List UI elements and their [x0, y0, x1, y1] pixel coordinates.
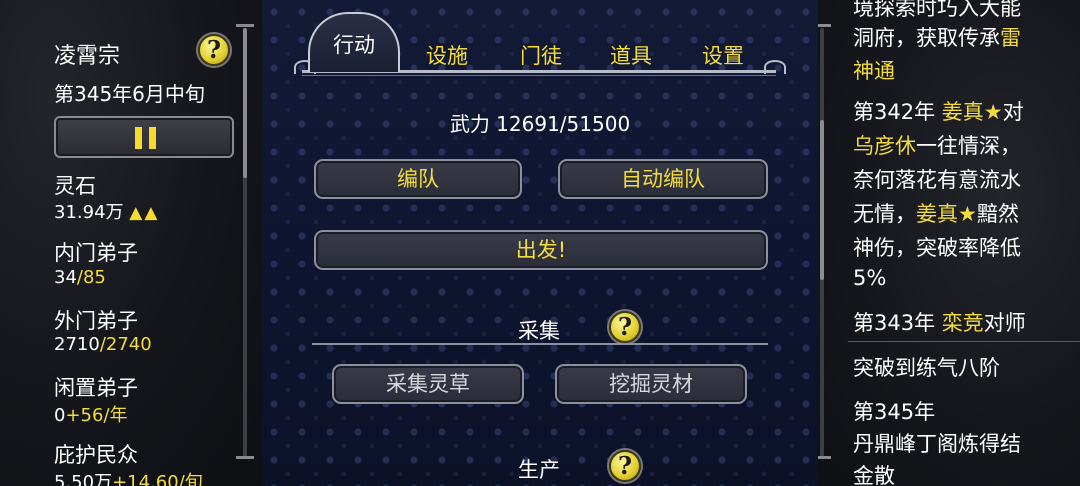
log-line: 神通: [853, 59, 895, 83]
gather-divider: [312, 343, 768, 345]
depart-button[interactable]: 出发!: [314, 230, 768, 270]
left-scroll-cap-bottom: [236, 456, 254, 459]
log-line: 无情，姜真★黯然: [853, 202, 1019, 226]
log-line: 神伤，突破率降低: [853, 236, 1021, 260]
right-scroll-cap-bottom: [818, 456, 831, 459]
sect-help-icon[interactable]: ?: [198, 34, 230, 66]
inner-disciples-value: 34/85: [54, 267, 106, 288]
auto-form-team-button[interactable]: 自动编队: [558, 159, 768, 199]
idle-disciples-label: 闲置弟子: [54, 376, 138, 400]
game-date: 第345年6月中旬: [54, 82, 205, 106]
log-line: 奈何落花有意流水: [853, 168, 1021, 192]
log-line: 乌彦休一往情深，: [853, 134, 1021, 158]
protected-people-value: 5.50万+14.60/旬: [54, 472, 203, 486]
gather-section-title: 采集: [518, 319, 560, 343]
tab-settings[interactable]: 设置: [686, 40, 760, 72]
spirit-stone-value: 31.94万 ▲▲: [54, 198, 159, 224]
log-line: 第345年: [853, 400, 936, 424]
pause-icon-bar-left: [135, 127, 142, 149]
trend-up-icon: ▲▲: [129, 203, 160, 223]
log-line: 金散: [853, 464, 895, 486]
log-line: 突破到练气八阶: [853, 356, 1000, 380]
right-scrollbar-thumb[interactable]: [820, 120, 824, 280]
tabbar-line-shadow: [302, 75, 776, 76]
log-line: 境探索时巧入大能: [853, 0, 1021, 20]
tab-disciples[interactable]: 门徒: [504, 40, 578, 72]
outer-disciples-label: 外门弟子: [54, 309, 138, 333]
sect-status-panel: 凌霄宗 ? 第345年6月中旬 灵石 31.94万 ▲▲ 内门弟子 34/85 …: [0, 0, 262, 486]
tab-facilities[interactable]: 设施: [410, 40, 484, 72]
log-line: 洞府，获取传承雷: [853, 26, 1021, 50]
pause-button[interactable]: [54, 116, 234, 158]
military-power: 武力 12691/51500: [449, 112, 631, 136]
outer-disciples-value: 2710/2740: [54, 334, 152, 355]
left-scroll-cap-top: [236, 24, 254, 27]
inner-disciples-label: 内门弟子: [54, 241, 138, 265]
sect-name: 凌霄宗: [54, 44, 121, 69]
log-line: 5%: [853, 266, 887, 290]
produce-section-title: 生产: [518, 458, 560, 482]
event-log-panel: 境探索时巧入大能 洞府，获取传承雷 神通 第342年 姜真★对 乌彦休一往情深，…: [818, 0, 1080, 486]
dig-materials-button[interactable]: 挖掘灵材: [555, 364, 747, 404]
log-line: 丹鼎峰丁阁炼得结: [853, 432, 1021, 456]
right-scroll-cap-top: [818, 24, 831, 27]
tab-action[interactable]: 行动: [308, 12, 400, 72]
pause-icon-bar-right: [149, 127, 156, 149]
form-team-button[interactable]: 编队: [314, 159, 522, 199]
left-scrollbar-thumb[interactable]: [243, 28, 247, 178]
spirit-stone-label: 灵石: [54, 174, 96, 198]
protected-people-label: 庇护民众: [54, 443, 138, 467]
log-line: 第342年 姜真★对: [853, 100, 1024, 124]
action-panel: 行动 设施 门徒 道具 设置 武力 12691/51500 编队 自动编队 出发…: [262, 0, 818, 486]
idle-disciples-value: 0+56/年: [54, 405, 128, 426]
log-separator: [848, 341, 1080, 342]
gather-herbs-button[interactable]: 采集灵草: [332, 364, 524, 404]
spirit-stone-amount: 31.94万: [54, 202, 124, 223]
tab-items[interactable]: 道具: [594, 40, 668, 72]
log-line: 第343年 栾竞对师: [853, 311, 1026, 335]
gather-help-icon[interactable]: ?: [609, 311, 641, 343]
produce-help-icon[interactable]: ?: [609, 450, 641, 482]
